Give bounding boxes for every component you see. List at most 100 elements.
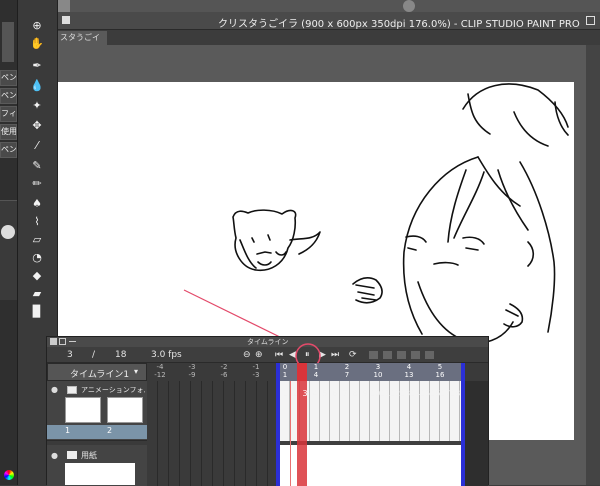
chevron-down-icon[interactable]: ▾ xyxy=(134,367,138,376)
layer-thumbnail xyxy=(107,397,143,423)
timeline-panel: タイムライン 3 / 18 3.0 fps ⊖ ⊕ ⏮ ◀ ⏸ ▶ ⏭ ⟳ タイ… xyxy=(46,336,489,486)
layer-row-animation-folder[interactable]: ● アニメーションフォルダー 1 2 xyxy=(47,381,147,441)
frame-number: 16 xyxy=(430,389,441,398)
pencil-icon[interactable]: ✏ xyxy=(29,176,45,192)
gradient-icon[interactable]: ▰ xyxy=(29,286,45,302)
end-marker[interactable] xyxy=(461,363,465,381)
frame-number: 12 xyxy=(390,389,401,398)
new-cel-icon[interactable] xyxy=(369,351,378,359)
zoom-out-icon[interactable]: ⊖ xyxy=(243,347,251,363)
ruler-label: 10 xyxy=(373,371,383,379)
vertical-scrollbar[interactable] xyxy=(586,45,600,485)
eraser-icon[interactable]: ▱ xyxy=(29,232,45,248)
frame-number: 9 xyxy=(362,389,368,398)
frame-number: 2 xyxy=(292,389,298,398)
cel-label: 1 xyxy=(65,426,71,435)
onion-skin-icon[interactable] xyxy=(397,351,406,359)
ruler-label: -4 xyxy=(156,363,164,371)
pen-icon[interactable]: ✎ xyxy=(29,158,45,174)
help-icon[interactable] xyxy=(403,0,415,12)
ruler-label: 3 xyxy=(375,363,381,371)
ruler-label: 4 xyxy=(406,363,412,371)
layer-thumbnail xyxy=(65,463,135,485)
loop-icon[interactable]: ⟳ xyxy=(349,347,357,363)
total-frames[interactable]: 18 xyxy=(115,347,126,363)
layer-row-paper[interactable]: ● 用紙 xyxy=(47,445,147,486)
strip-button[interactable] xyxy=(58,0,70,12)
visibility-eye-icon[interactable]: ● xyxy=(51,385,58,394)
layer-name: 用紙 xyxy=(81,451,97,460)
tab-document[interactable]: スタうごイラ xyxy=(58,31,107,56)
frame-number: 8 xyxy=(352,389,358,398)
text-icon[interactable]: ▉ xyxy=(29,304,45,320)
ruler-label: -1 xyxy=(252,363,260,371)
magnifier-icon[interactable] xyxy=(1,225,15,239)
eyedropper-icon[interactable]: ⁄ xyxy=(29,138,45,154)
layer-name: アニメーションフォルダー xyxy=(81,386,145,394)
ruler-label: -3 xyxy=(188,363,196,371)
panel-item-pen[interactable]: ペン xyxy=(0,142,17,158)
menu-strip xyxy=(58,0,600,12)
frame-number: 18 xyxy=(450,389,461,398)
playhead-marker[interactable] xyxy=(297,363,307,381)
timeline-name-selector[interactable]: タイムライン1 ▾ xyxy=(47,363,147,381)
folder-icon[interactable] xyxy=(411,351,420,359)
paper-strip xyxy=(280,445,461,486)
panel-item-pen[interactable]: ペン xyxy=(0,70,17,86)
frame-number: 10 xyxy=(370,389,381,398)
timeline-controls: 3 / 18 3.0 fps ⊖ ⊕ ⏮ ◀ ⏸ ▶ ⏭ ⟳ xyxy=(47,343,488,369)
last-frame-icon[interactable]: ⏭ xyxy=(331,347,339,363)
panel-item-use[interactable]: 使用 xyxy=(0,124,17,140)
hand-icon[interactable]: ✋ xyxy=(29,36,45,52)
ruler-label: 7 xyxy=(344,371,350,379)
panel-scroll[interactable] xyxy=(2,22,14,62)
timeline-title: タイムライン xyxy=(247,338,289,346)
pen-icon[interactable]: ✒ xyxy=(29,58,45,74)
paper-icon xyxy=(67,451,77,459)
ruler-label: -2 xyxy=(220,363,228,371)
frame-number: 5 xyxy=(322,389,328,398)
frame-number: 4 xyxy=(312,389,318,398)
fps-value[interactable]: 3.0 fps xyxy=(151,347,182,363)
frame-separator: / xyxy=(92,350,96,360)
color-wheel-icon[interactable] xyxy=(4,470,14,480)
ruler-label: -12 xyxy=(154,371,166,379)
brush-icon[interactable]: ♠ xyxy=(29,196,45,212)
ruler-label: -9 xyxy=(188,371,196,379)
folder-icon xyxy=(67,386,77,394)
timeline-frame-grid[interactable]: 1 2 3 4 5 6 7 8 9 10 11 12 13 14 15 16 1… xyxy=(147,381,488,486)
zoom-icon[interactable]: ⊕ xyxy=(29,18,45,34)
move-icon[interactable]: ✥ xyxy=(29,118,45,134)
timeline-ruler[interactable]: -4 -12 -3 -9 -2 -6 -1 -3 0 1 1 4 2 7 3 1… xyxy=(147,363,488,381)
ruler-label: -3 xyxy=(252,371,260,379)
timeline-layer-list: ● アニメーションフォルダー 1 2 ● 用紙 xyxy=(47,381,147,486)
blend-icon[interactable]: ◔ xyxy=(29,250,45,266)
visibility-eye-icon[interactable]: ● xyxy=(51,451,58,460)
window-title: クリスタうごイラ (900 x 600px 350dpi 176.0%) - C… xyxy=(218,19,580,30)
close-icon[interactable] xyxy=(50,338,57,345)
frame-number: 11 xyxy=(380,389,391,398)
maximize-icon[interactable] xyxy=(59,338,66,345)
airbrush-icon[interactable]: ⌇ xyxy=(29,214,45,230)
delete-cel-icon[interactable] xyxy=(383,351,392,359)
panel-item-pen[interactable]: ペン xyxy=(0,88,17,104)
cel-track[interactable]: 1 2 xyxy=(47,425,147,439)
settings-icon[interactable] xyxy=(425,351,434,359)
minimize-icon[interactable] xyxy=(69,341,76,342)
current-frame[interactable]: 3 xyxy=(67,347,73,363)
maximize-icon[interactable] xyxy=(586,16,595,25)
fill-icon[interactable]: ◆ xyxy=(29,268,45,284)
droplet-icon[interactable]: 💧 xyxy=(29,78,45,94)
end-line xyxy=(461,381,465,486)
frame-number: 1 xyxy=(282,389,288,398)
frame-number: 14 xyxy=(410,389,421,398)
panel-item-fill[interactable]: フィ xyxy=(0,106,17,122)
zoom-in-icon[interactable]: ⊕ xyxy=(255,347,263,363)
wand-icon[interactable]: ✦ xyxy=(29,98,45,114)
close-icon[interactable] xyxy=(62,16,70,24)
first-frame-icon[interactable]: ⏮ xyxy=(275,347,283,363)
grid-before-start xyxy=(147,381,280,486)
frame-number: 13 xyxy=(400,389,411,398)
ruler-label: 4 xyxy=(313,371,319,379)
frame-number: 17 xyxy=(440,389,451,398)
